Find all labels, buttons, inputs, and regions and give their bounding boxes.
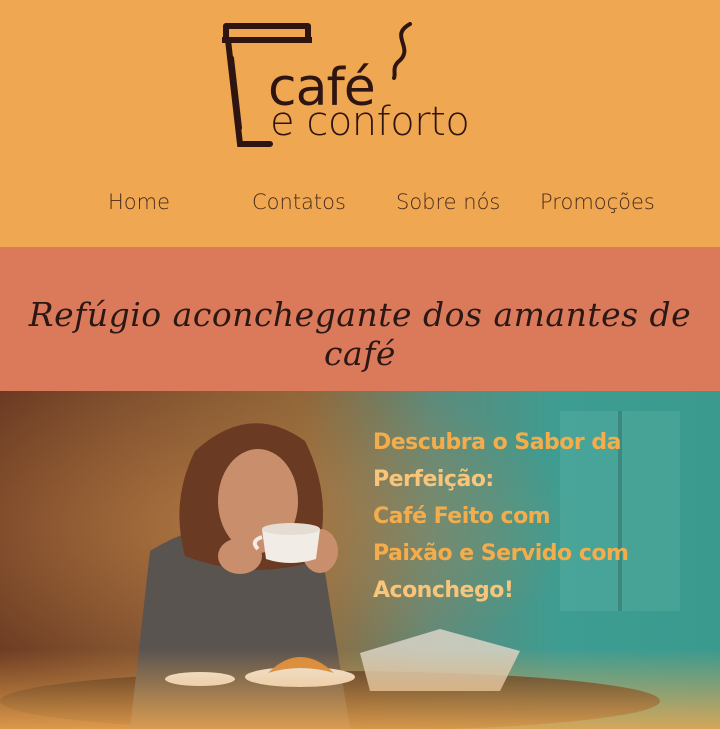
hero-line-5: Aconchego! <box>373 578 514 603</box>
nav-promocoes[interactable]: Promoções <box>540 190 655 214</box>
nav-contatos[interactable]: Contatos <box>252 190 346 214</box>
tagline-text: Refúgio aconchegante dos amantes de café <box>28 295 692 373</box>
site-header: café e conforto Home Contatos Sobre nós … <box>0 0 720 247</box>
nav-home[interactable]: Home <box>108 190 170 214</box>
steam-icon <box>392 22 412 80</box>
nav-sobre-nos[interactable]: Sobre nós <box>396 190 500 214</box>
logo-text-e-conforto: e conforto <box>270 99 470 145</box>
hero-fade <box>0 649 720 729</box>
hero-line-1: Descubra o Sabor da <box>373 430 622 455</box>
tagline-banner: Refúgio aconchegante dos amantes de café <box>0 247 720 391</box>
hero-banner: Descubra o Sabor da Perfeição: Café Feit… <box>0 391 720 729</box>
cafe-conforto-logo[interactable]: café e conforto <box>218 18 508 154</box>
hero-headline: Descubra o Sabor da Perfeição: Café Feit… <box>373 424 693 609</box>
hero-line-4: Paixão e Servido com <box>373 541 629 566</box>
main-nav: Home Contatos Sobre nós Promoções <box>0 190 720 222</box>
hero-line-3: Café Feito com <box>373 504 551 529</box>
hero-line-2: Perfeição: <box>373 467 494 492</box>
